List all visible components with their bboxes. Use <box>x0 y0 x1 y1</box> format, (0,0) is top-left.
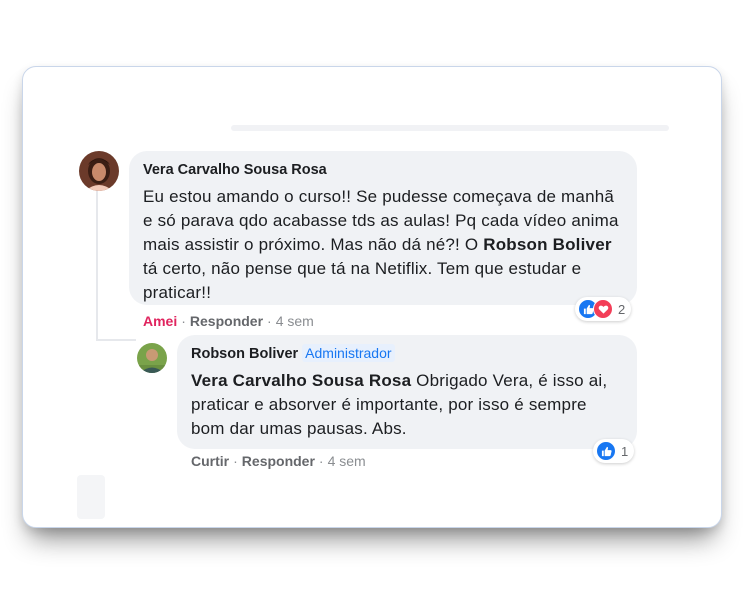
user-avatar-photo <box>79 151 119 191</box>
thread-line-branch <box>96 339 136 341</box>
dot-separator: · <box>181 313 186 329</box>
user-avatar-photo <box>137 343 167 373</box>
love-icon <box>593 299 613 319</box>
timestamp[interactable]: 4 sem <box>276 313 314 329</box>
mention-link[interactable]: Vera Carvalho Sousa Rosa <box>191 371 411 390</box>
reply-actions: Curtir · Responder · 4 sem <box>191 453 366 469</box>
thread-line <box>96 187 98 341</box>
dot-separator: · <box>267 313 272 329</box>
comment-text-part: tá certo, não pense que tá na Netiflix. … <box>143 259 582 302</box>
like-button[interactable]: Curtir <box>191 453 229 469</box>
comments-card: Vera Carvalho Sousa Rosa Eu estou amando… <box>22 66 722 528</box>
reply-bubble: Robson Boliver Administrador Vera Carvalh… <box>177 335 637 449</box>
reaction-count: 1 <box>621 443 629 459</box>
reply-reactions-summary[interactable]: 1 <box>593 439 635 463</box>
reaction-count: 2 <box>618 301 626 317</box>
dot-separator: · <box>318 453 324 469</box>
reply-avatar[interactable] <box>137 343 167 373</box>
faded-avatar-placeholder <box>77 475 105 519</box>
divider <box>231 125 669 131</box>
love-reaction-button[interactable]: Amei <box>143 313 177 329</box>
reply-button[interactable]: Responder <box>190 313 263 329</box>
comment-actions: Amei · Responder · 4 sem <box>143 313 314 329</box>
mention-link[interactable]: Robson Boliver <box>483 235 611 254</box>
admin-badge: Administrador <box>302 344 395 362</box>
like-icon <box>596 441 616 461</box>
avatar[interactable] <box>79 151 119 191</box>
reply-text: Vera Carvalho Sousa Rosa Obrigado Vera, … <box>191 369 623 441</box>
reactions-summary[interactable]: 2 <box>575 297 632 321</box>
comment-bubble: Vera Carvalho Sousa Rosa Eu estou amando… <box>129 151 637 305</box>
reply-author[interactable]: Robson Boliver <box>191 346 298 362</box>
comment-text: Eu estou amando o curso!! Se pudesse com… <box>143 185 623 305</box>
reply-button[interactable]: Responder <box>242 453 315 469</box>
dot-separator: · <box>233 453 238 469</box>
comment-author[interactable]: Vera Carvalho Sousa Rosa <box>143 162 327 178</box>
timestamp[interactable]: 4 sem <box>328 453 366 469</box>
